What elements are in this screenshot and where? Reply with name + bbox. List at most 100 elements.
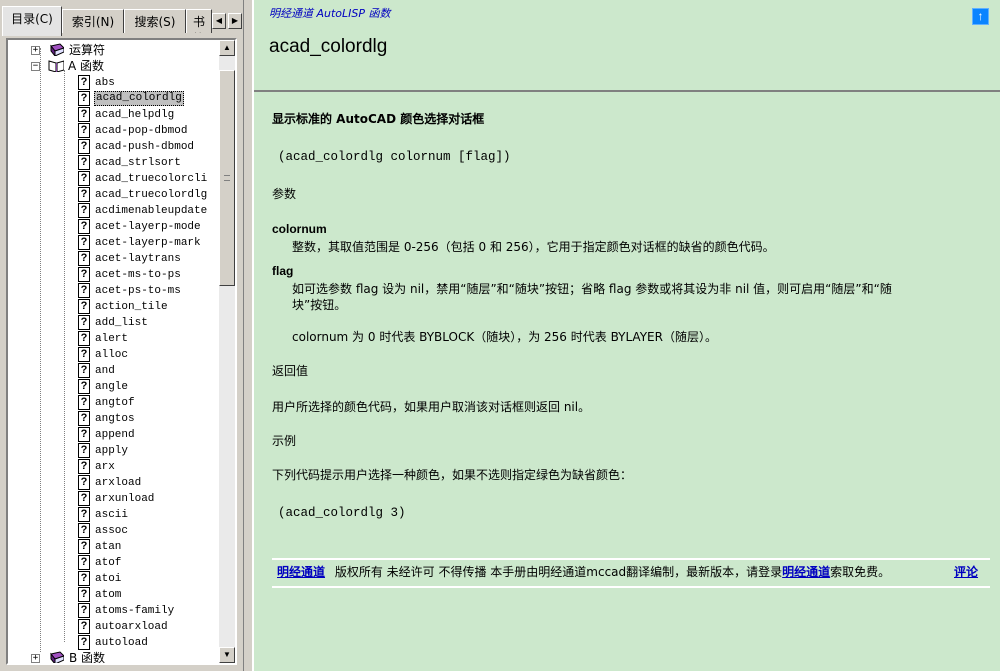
comment-link[interactable]: 评论 — [954, 565, 978, 579]
help-topic-icon: ? — [78, 379, 90, 394]
tree-topic-label: autoload — [95, 637, 148, 649]
collapse-toggle[interactable]: − — [31, 62, 40, 71]
help-topic-icon: ? — [78, 299, 90, 314]
tree-topic-label: alloc — [95, 349, 129, 361]
tree-topic-item[interactable]: ? alloc — [8, 347, 219, 363]
breadcrumb[interactable]: 明经通道 AutoLISP 函数 — [269, 5, 391, 21]
tree-topic-label: acet-layerp-mode — [95, 221, 201, 233]
go-to-top-button[interactable]: ↑ — [972, 8, 989, 25]
param-flag-desc-line1: 如可选参数 flag 设为 nil，禁用“随层”和“随块”按钮；省略 flag … — [292, 282, 892, 296]
tree-topic-item[interactable]: ? acad_truecolordlg — [8, 187, 219, 203]
help-topic-icon: ? — [78, 491, 90, 506]
tree-folder-label: 运算符 — [69, 43, 106, 57]
help-topic-icon: ? — [78, 267, 90, 282]
tree-topic-item[interactable]: ? apply — [8, 443, 219, 459]
tree-topic-item[interactable]: ? acet-ms-to-ps — [8, 267, 219, 283]
comment-link-wrap: 评论 — [954, 564, 978, 580]
tab-contents[interactable]: 目录(C) — [2, 6, 62, 36]
help-topic-icon: ? — [78, 411, 90, 426]
scroll-thumb[interactable] — [219, 70, 235, 286]
help-topic-icon: ? — [78, 155, 90, 170]
tree-topic-label: acad_truecolorcli — [95, 173, 208, 185]
tree-topic-item[interactable]: ? angle — [8, 379, 219, 395]
help-topic-icon: ? — [78, 395, 90, 410]
open-book-icon — [48, 60, 64, 72]
tree-topic-item[interactable]: ? autoarxload — [8, 619, 219, 635]
tree-topic-label: acad_colordlg — [94, 91, 184, 106]
tree-topic-label: arx — [95, 461, 115, 473]
tree-topic-item[interactable]: ? append — [8, 427, 219, 443]
tree-folder-label: B 函数 — [69, 651, 106, 663]
tree-topic-item[interactable]: ? abs — [8, 75, 219, 91]
tab-scroll-right-button[interactable]: ▶ — [228, 13, 242, 29]
tree-topic-item[interactable]: ? acad-pop-dbmod — [8, 123, 219, 139]
tree-topic-label: assoc — [95, 525, 129, 537]
tree-topic-item[interactable]: ? acdimenableupdate — [8, 203, 219, 219]
example-desc: 下列代码提示用户选择一种颜色，如果不选则指定绿色为缺省颜色： — [272, 468, 633, 482]
tree-topic-label: acet-ms-to-ps — [95, 269, 181, 281]
tree-topic-item[interactable]: ? arxunload — [8, 491, 219, 507]
tree-topic-item[interactable]: ? atoi — [8, 571, 219, 587]
tree-topic-item[interactable]: ? acad_strlsort — [8, 155, 219, 171]
expand-toggle[interactable]: + — [31, 46, 40, 55]
tree-vertical-scrollbar[interactable]: ▲ ▼ — [219, 40, 235, 663]
help-topic-icon: ? — [78, 219, 90, 234]
topic-header: 明经通道 AutoLISP 函数 acad_colordlg ↑ — [254, 0, 1000, 92]
tree-topic-item[interactable]: ? ascii — [8, 507, 219, 523]
tree-topic-item[interactable]: ? acet-layerp-mode — [8, 219, 219, 235]
tree-topic-item[interactable]: ? acet-laytrans — [8, 251, 219, 267]
tree-topic-item[interactable]: ? arxload — [8, 475, 219, 491]
scroll-down-button[interactable]: ▼ — [219, 647, 235, 663]
tab-scroll-left-button[interactable]: ◀ — [212, 13, 226, 29]
param-colornum-desc: 整数，其取值范围是 0-256（包括 0 和 256），它用于指定颜色对话框的缺… — [292, 240, 775, 254]
tree-topic-item[interactable]: ? acet-layerp-mark — [8, 235, 219, 251]
footer-link-mjtd[interactable]: 明经通道 — [277, 565, 325, 579]
tree-topic-item[interactable]: ? angtof — [8, 395, 219, 411]
tree-topic-item[interactable]: ? atom — [8, 587, 219, 603]
tree-topic-item[interactable]: ? acad_truecolorcli — [8, 171, 219, 187]
tree-topic-item[interactable]: ? acad-push-dbmod — [8, 139, 219, 155]
help-topic-icon: ? — [78, 75, 90, 90]
tree-topic-item[interactable]: ? autoload — [8, 635, 219, 651]
tree-topic-item[interactable]: ? assoc — [8, 523, 219, 539]
tab-index[interactable]: 索引(N) — [62, 9, 124, 33]
tree-topic-item[interactable]: ? arx — [8, 459, 219, 475]
tree-topic-label: alert — [95, 333, 129, 345]
tree-topic-item[interactable]: ? atan — [8, 539, 219, 555]
tree-folder[interactable]: − A 函数 — [8, 59, 219, 75]
tree-topic-item[interactable]: ? add_list — [8, 315, 219, 331]
navigation-pane: 目录(C) 索引(N) 搜索(S) 书签 ◀ ▶ + 运算符 − A 函数? abs? a… — [0, 0, 244, 671]
help-topic-icon: ? — [78, 427, 90, 442]
help-topic-icon: ? — [78, 619, 90, 634]
help-topic-icon: ? — [78, 203, 90, 218]
help-topic-icon: ? — [78, 139, 90, 154]
example-code: (acad_colordlg 3) — [278, 506, 406, 520]
tree-topic-item[interactable]: ? alert — [8, 331, 219, 347]
tree-topic-item[interactable]: ? action_tile — [8, 299, 219, 315]
tree-topic-item[interactable]: ? acad_helpdlg — [8, 107, 219, 123]
help-topic-icon: ? — [78, 187, 90, 202]
tree-topic-label: ascii — [95, 509, 129, 521]
tree-topic-item[interactable]: ? acad_colordlg — [8, 91, 219, 107]
expand-toggle[interactable]: + — [31, 654, 40, 663]
tab-bookmarks[interactable]: 书签 — [186, 9, 212, 33]
tree-topic-item[interactable]: ? atof — [8, 555, 219, 571]
tree-topic-label: acad_helpdlg — [95, 109, 175, 121]
help-topic-icon: ? — [78, 539, 90, 554]
tree-folder[interactable]: + 运算符 — [8, 43, 219, 59]
tree-topic-item[interactable]: ? and — [8, 363, 219, 379]
help-topic-icon: ? — [78, 171, 90, 186]
tree-topic-label: angtos — [95, 413, 135, 425]
tree-topic-label: acdimenableupdate — [95, 205, 208, 217]
footer-link-mjtd-2[interactable]: 明经通道 — [782, 565, 830, 579]
tree-topic-label: acad-pop-dbmod — [95, 125, 188, 137]
help-topic-icon: ? — [78, 251, 90, 266]
page-title: acad_colordlg — [269, 36, 388, 57]
tree-topic-label: apply — [95, 445, 129, 457]
tree-topic-item[interactable]: ? atoms-family — [8, 603, 219, 619]
tree-topic-item[interactable]: ? angtos — [8, 411, 219, 427]
tree-folder[interactable]: + B 函数 — [8, 651, 219, 663]
tab-search[interactable]: 搜索(S) — [124, 9, 186, 33]
scroll-up-button[interactable]: ▲ — [219, 40, 235, 56]
tree-topic-item[interactable]: ? acet-ps-to-ms — [8, 283, 219, 299]
